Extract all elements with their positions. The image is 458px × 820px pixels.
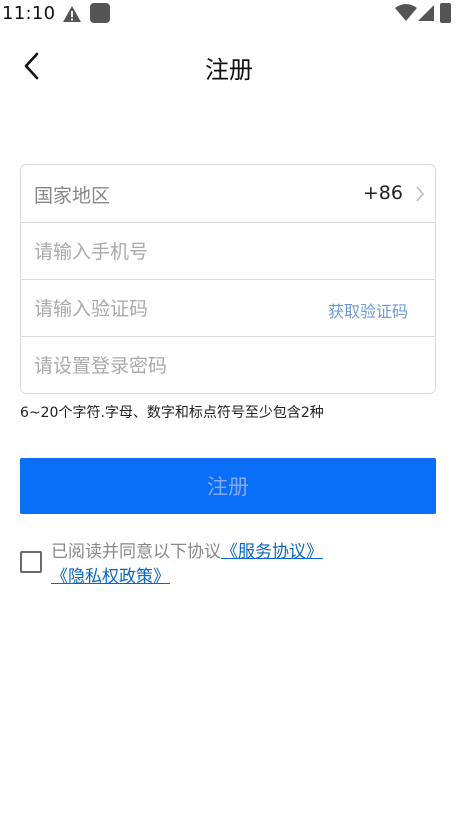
password-hint: 6~20个字符.字母、数字和标点符号至少包含2种	[20, 405, 324, 421]
status-time: 11:10	[2, 3, 56, 24]
verification-code-input[interactable]	[34, 294, 294, 324]
phone-input[interactable]	[34, 237, 334, 267]
agreement-prefix: 已阅读并同意以下协议	[51, 542, 221, 562]
password-row	[21, 336, 435, 394]
page-title: 注册	[205, 56, 253, 84]
signal-icon	[418, 5, 434, 21]
chevron-right-icon	[416, 186, 424, 202]
country-label: 国家地区	[34, 185, 111, 207]
alert-icon	[63, 6, 81, 22]
agreement-checkbox[interactable]	[20, 551, 42, 573]
get-code-button[interactable]: 获取验证码	[328, 298, 408, 322]
service-agreement-link[interactable]: 《服务协议》	[221, 542, 323, 562]
country-code: +86	[362, 182, 403, 204]
register-button[interactable]: 注册	[20, 458, 436, 514]
wifi-icon	[395, 4, 417, 21]
privacy-policy-link[interactable]: 《隐私权政策》	[51, 567, 170, 587]
app-icon	[90, 3, 110, 23]
registration-form: 国家地区 +86 获取验证码	[20, 164, 436, 394]
battery-icon	[440, 3, 451, 23]
status-bar: 11:10	[0, 0, 458, 28]
code-row: 获取验证码	[21, 279, 435, 337]
country-row[interactable]: 国家地区 +86	[21, 165, 435, 222]
phone-row	[21, 222, 435, 280]
password-input[interactable]	[34, 351, 334, 381]
agreement-text: 已阅读并同意以下协议《服务协议》 《隐私权政策》	[51, 540, 441, 590]
